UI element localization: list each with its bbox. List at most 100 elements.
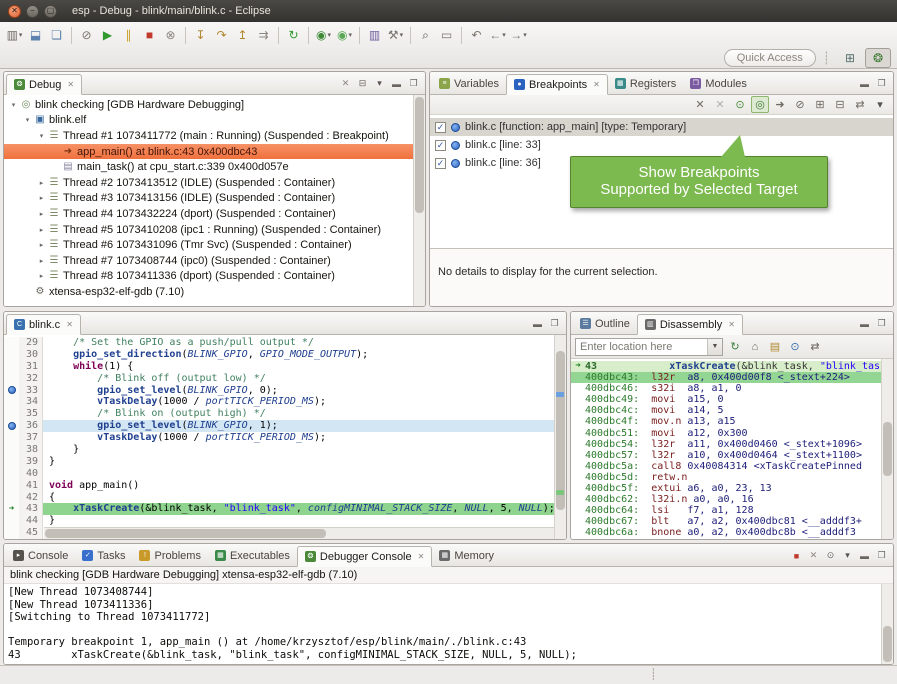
console-output[interactable]: [New Thread 1073408744][New Thread 10734… — [4, 584, 893, 664]
disassembly-row[interactable]: 400dbc57: l32r a10, 0x400d0464 <_stext+1… — [571, 450, 893, 461]
save-icon[interactable]: ⬓ — [25, 25, 46, 45]
dropdown-arrow-icon[interactable]: ▾ — [502, 31, 506, 39]
breakpoint-checkbox[interactable]: ✓ — [435, 122, 446, 133]
disassembly-scrollbar[interactable] — [881, 359, 893, 539]
show-supported-breakpoints-icon[interactable]: ◎ — [751, 96, 769, 113]
run-icon[interactable]: ◉▾ — [334, 25, 355, 45]
new-c-project-icon[interactable]: ▥ — [364, 25, 385, 45]
close-tab-icon[interactable]: ✕ — [593, 80, 600, 89]
debug-tree-item[interactable]: ▤main_task() at cpu_start.c:339 0x400d05… — [4, 159, 413, 175]
search-icon[interactable]: ⌕ — [415, 25, 436, 45]
expand-all-icon[interactable]: ⊞ — [811, 96, 829, 113]
code-line[interactable]: 42{ — [4, 492, 566, 504]
tree-expander-icon[interactable]: ▾ — [8, 101, 19, 109]
sync-with-stack-frame-icon[interactable]: ⇄ — [806, 338, 824, 355]
resume-icon[interactable]: ▶ — [97, 25, 118, 45]
code-line[interactable]: 39} — [4, 456, 566, 468]
breakpoint-row[interactable]: ✓blink.c [line: 33] — [430, 136, 893, 154]
breakpoint-checkbox[interactable]: ✓ — [435, 140, 446, 151]
terminate-icon[interactable]: ■ — [139, 25, 160, 45]
debug-scrollbar[interactable] — [413, 95, 425, 306]
console-scrollbar-thumb[interactable] — [883, 626, 892, 662]
editor-horizontal-scrollbar[interactable] — [44, 527, 554, 539]
tab-tasks[interactable]: ✓Tasks — [75, 545, 132, 566]
gutter-marker[interactable] — [4, 515, 19, 527]
debug-tree-item[interactable]: ▸☰Thread #2 1073413512 (IDLE) (Suspended… — [4, 175, 413, 191]
debug-tree-item[interactable]: ▸☰Thread #8 1073411336 (dport) (Suspende… — [4, 269, 413, 285]
code-line[interactable]: 30 gpio_set_direction(BLINK_GPIO, GPIO_M… — [4, 349, 566, 361]
minimize-icon[interactable]: ▬ — [389, 76, 404, 91]
gutter-marker[interactable] — [4, 420, 19, 432]
last-edit-location-icon[interactable]: ↶ — [466, 25, 487, 45]
collapse-all-icon[interactable]: ⊟ — [831, 96, 849, 113]
debug-tree-item[interactable]: ▾▣blink.elf — [4, 113, 413, 129]
close-tab-icon[interactable]: ✕ — [66, 320, 73, 329]
terminate-icon[interactable]: ■ — [789, 548, 804, 563]
disassembly-row[interactable]: 400dbc46: s32i a8, a1, 0 — [571, 383, 893, 394]
gutter-marker[interactable] — [4, 432, 19, 444]
remove-all-breakpoints-icon[interactable]: ✕ — [711, 96, 729, 113]
combo-dropdown-icon[interactable]: ▼ — [707, 339, 722, 355]
tree-expander-icon[interactable]: ▸ — [36, 179, 47, 187]
track-expression-icon[interactable]: ⊙ — [786, 338, 804, 355]
disassembly-row[interactable]: 400dbc51: movi a12, 0x300 — [571, 428, 893, 439]
gutter-marker[interactable] — [4, 456, 19, 468]
gutter-marker[interactable] — [4, 444, 19, 456]
disassembly-row[interactable]: 400dbc64: lsi f7, a1, 128 — [571, 505, 893, 516]
debug-tree-item[interactable]: ➜app_main() at blink.c:43 0x400dbc43 — [4, 144, 413, 160]
tab-registers[interactable]: ▦Registers — [608, 73, 683, 94]
remove-breakpoint-icon[interactable]: ✕ — [691, 96, 709, 113]
open-perspective-icon[interactable]: ⊞ — [837, 48, 863, 68]
gutter-marker[interactable] — [4, 480, 19, 492]
editor-scrollbar-thumb[interactable] — [556, 351, 565, 510]
tab-console[interactable]: ▸Console — [6, 545, 75, 566]
gutter-marker[interactable] — [4, 408, 19, 420]
location-combo[interactable]: Enter location here ▼ — [575, 338, 723, 356]
breakpoint-marker-icon[interactable] — [8, 386, 16, 394]
maximize-icon[interactable]: ❐ — [874, 548, 889, 563]
tree-expander-icon[interactable]: ▸ — [36, 194, 47, 202]
code-line[interactable]: 35 /* Blink on (output high) */ — [4, 408, 566, 420]
code-line[interactable]: 36 gpio_set_level(BLINK_GPIO, 1); — [4, 420, 566, 432]
sash-grip-icon[interactable]: ┊ — [650, 668, 657, 681]
tree-expander-icon[interactable]: ▸ — [36, 210, 47, 218]
open-element-icon[interactable]: ▭ — [436, 25, 457, 45]
gutter-marker[interactable] — [4, 349, 19, 361]
window-close-button[interactable]: ✕ — [8, 5, 21, 18]
debug-tree-item[interactable]: ⚙xtensa-esp32-elf-gdb (7.10) — [4, 284, 413, 300]
tab-modules[interactable]: ❒Modules — [683, 73, 754, 94]
skip-all-breakpoints-icon[interactable]: ⊘ — [76, 25, 97, 45]
gutter-marker[interactable]: ➜ — [4, 503, 19, 515]
tab-problems[interactable]: !Problems — [132, 545, 207, 566]
console-scrollbar[interactable] — [881, 584, 893, 664]
tree-expander-icon[interactable]: ▸ — [36, 272, 47, 280]
tab-disassembly[interactable]: ▥Disassembly✕ — [637, 314, 743, 335]
disassembly-row[interactable]: 400dbc54: l32r a11, 0x400d0460 <_stext+1… — [571, 439, 893, 450]
gutter-marker[interactable] — [4, 396, 19, 408]
gutter-marker[interactable] — [4, 468, 19, 480]
forward-icon[interactable]: →▾ — [508, 25, 529, 45]
window-maximize-button[interactable]: ▢ — [44, 5, 57, 18]
new-wizard-icon[interactable]: ▥▾ — [4, 25, 25, 45]
home-icon[interactable]: ⌂ — [746, 338, 764, 355]
disassembly-row[interactable]: 400dbc5f: extui a6, a0, 23, 13 — [571, 483, 893, 494]
disassembly-row[interactable]: 400dbc4f: mov.n a13, a15 — [571, 416, 893, 427]
debug-scrollbar-thumb[interactable] — [415, 97, 424, 213]
minimize-icon[interactable]: ▬ — [530, 316, 545, 331]
code-line[interactable]: ➜43 xTaskCreate(&blink_task, "blink_task… — [4, 503, 566, 515]
disassembly-row[interactable]: 400dbc5a: call8 0x40084314 <xTaskCreateP… — [571, 461, 893, 472]
dropdown-arrow-icon[interactable]: ▾ — [400, 31, 404, 39]
back-icon[interactable]: ←▾ — [487, 25, 508, 45]
remove-console-icon[interactable]: ✕ — [806, 548, 821, 563]
debug-tree-item[interactable]: ▸☰Thread #7 1073408744 (ipc0) (Suspended… — [4, 253, 413, 269]
breakpoint-marker-icon[interactable] — [8, 422, 16, 430]
maximize-icon[interactable]: ❐ — [874, 76, 889, 91]
step-into-icon[interactable]: ↧ — [190, 25, 211, 45]
tree-expander-icon[interactable]: ▸ — [36, 257, 47, 265]
tab-blink-c[interactable]: Cblink.c✕ — [6, 314, 81, 335]
maximize-icon[interactable]: ❐ — [406, 76, 421, 91]
disassembly-row[interactable]: 400dbc67: blt a7, a2, 0x400dbc81 <__addd… — [571, 516, 893, 527]
debug-tree-item[interactable]: ▾☰Thread #1 1073411772 (main : Running) … — [4, 128, 413, 144]
tab-debugger-console[interactable]: ❂Debugger Console✕ — [297, 546, 432, 567]
breakpoint-row[interactable]: ✓blink.c [function: app_main] [type: Tem… — [430, 118, 893, 136]
